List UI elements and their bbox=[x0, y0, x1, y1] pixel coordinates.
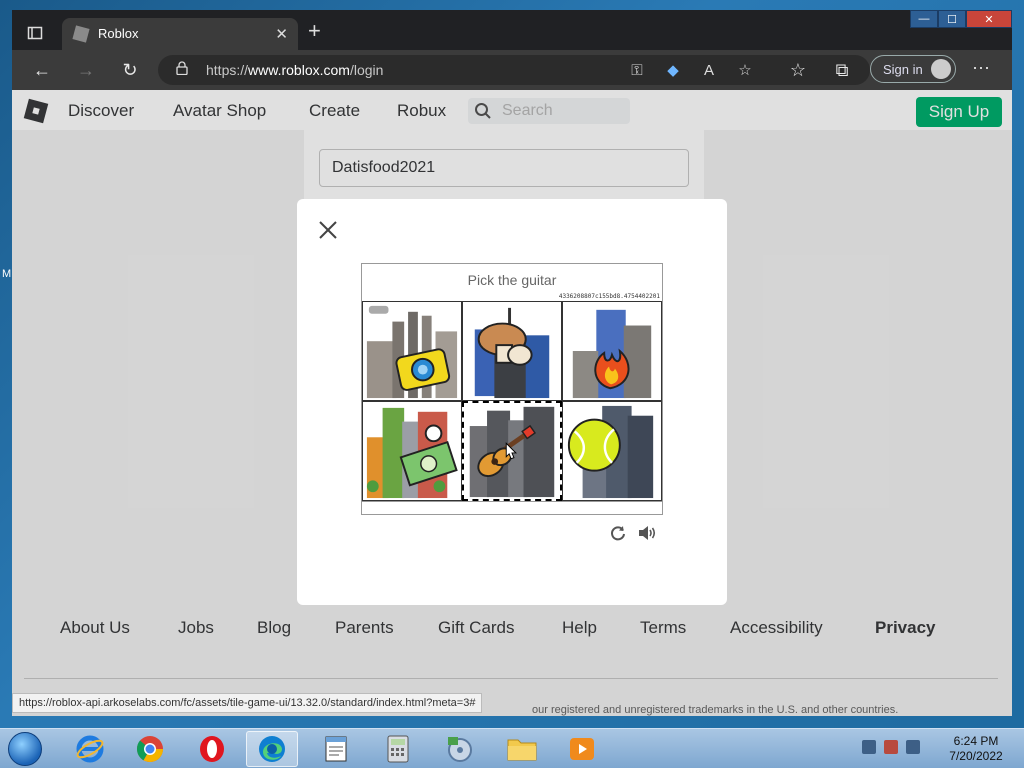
clock-date: 7/20/2022 bbox=[949, 749, 1003, 763]
address-bar[interactable]: https://www.roblox.com/login ⚿ ◆ A ☆ bbox=[158, 55, 870, 85]
settings-menu-icon[interactable]: ⋯ bbox=[972, 58, 990, 79]
captcha-tile-city-money[interactable] bbox=[362, 401, 462, 501]
forward-icon[interactable]: → bbox=[74, 58, 98, 82]
browser-toolbar: ← → ↻ https://www.roblox.com/login ⚿ ◆ A… bbox=[12, 50, 1012, 90]
factory-camera-icon bbox=[366, 305, 458, 399]
roblox-favicon-icon bbox=[72, 25, 90, 43]
captcha-tile-building-tennis-ball[interactable] bbox=[562, 401, 662, 501]
city-money-icon bbox=[366, 407, 458, 499]
modal-backdrop: Pick the guitar 4336208807c155bd8.475440… bbox=[12, 90, 1012, 716]
captcha-prompt: Pick the guitar bbox=[467, 272, 557, 288]
window-close-button[interactable]: ✕ bbox=[966, 10, 1012, 28]
tab-title: Roblox bbox=[98, 26, 139, 41]
favorites-icon[interactable]: ☆ bbox=[786, 58, 810, 82]
start-button-icon[interactable] bbox=[8, 732, 42, 766]
taskbar: 6:24 PM 7/20/2022 bbox=[0, 728, 1024, 768]
desktop-edge-text: M bbox=[2, 268, 12, 280]
key-icon[interactable]: ⚿ bbox=[628, 61, 646, 79]
captcha-tile-factory-camera[interactable] bbox=[362, 301, 462, 401]
file-explorer-icon[interactable] bbox=[496, 731, 548, 767]
building-mushroom-icon bbox=[474, 307, 550, 399]
browser-window: Roblox ✕ + — ☐ ✕ ← → ↻ https://www.roblo… bbox=[12, 10, 1012, 716]
captcha-hash: 4336208807c155bd8.4754402201 bbox=[558, 293, 660, 300]
calculator-icon[interactable] bbox=[372, 731, 424, 767]
system-clock[interactable]: 6:24 PM 7/20/2022 bbox=[940, 734, 1012, 764]
building-fire-icon bbox=[572, 309, 652, 399]
audio-challenge-icon[interactable] bbox=[637, 524, 657, 542]
captcha-tile-building-fire[interactable] bbox=[562, 301, 662, 401]
clock-time: 6:24 PM bbox=[953, 734, 999, 748]
collections-icon[interactable]: ⧉ bbox=[830, 58, 854, 82]
status-bar-url: https://roblox-api.arkoselabs.com/fc/ass… bbox=[12, 693, 483, 713]
action-center-icon[interactable] bbox=[862, 740, 876, 754]
address-url: https://www.roblox.com/login bbox=[206, 62, 384, 78]
sign-in-label: Sign in bbox=[883, 62, 923, 77]
tab-roblox[interactable]: Roblox ✕ bbox=[62, 18, 298, 50]
tab-close-icon[interactable]: ✕ bbox=[275, 25, 288, 43]
building-tennis-ball-icon bbox=[567, 405, 654, 499]
captcha-footer bbox=[362, 501, 662, 514]
captcha-widget: Pick the guitar 4336208807c155bd8.475440… bbox=[361, 263, 663, 515]
minimize-button[interactable]: — bbox=[910, 10, 938, 28]
captcha-grid bbox=[362, 301, 662, 501]
refresh-icon[interactable]: ↻ bbox=[118, 58, 142, 82]
volume-icon[interactable] bbox=[906, 740, 920, 754]
captcha-tile-city-guitar[interactable] bbox=[462, 401, 562, 501]
window-controls: — ☐ ✕ bbox=[910, 10, 1012, 30]
captcha-modal: Pick the guitar 4336208807c155bd8.475440… bbox=[297, 199, 727, 605]
edge-icon[interactable] bbox=[246, 731, 298, 767]
opera-icon[interactable] bbox=[186, 731, 238, 767]
internet-explorer-icon[interactable] bbox=[64, 731, 116, 767]
tab-strip: Roblox ✕ + — ☐ ✕ bbox=[12, 10, 1012, 50]
coupon-tag-icon[interactable]: ◆ bbox=[664, 61, 682, 79]
system-tray bbox=[862, 740, 936, 758]
media-center-icon[interactable] bbox=[434, 731, 486, 767]
network-error-icon[interactable] bbox=[884, 740, 898, 754]
city-guitar-icon bbox=[469, 406, 555, 498]
close-icon[interactable] bbox=[317, 219, 339, 241]
notepad-icon[interactable] bbox=[310, 731, 362, 767]
lock-icon[interactable] bbox=[176, 61, 188, 76]
new-tab-button[interactable]: + bbox=[308, 20, 321, 42]
captcha-tile-building-mushroom[interactable] bbox=[462, 301, 562, 401]
maximize-button[interactable]: ☐ bbox=[938, 10, 966, 28]
chrome-icon[interactable] bbox=[124, 731, 176, 767]
avatar-icon bbox=[931, 59, 951, 79]
back-icon[interactable]: ← bbox=[30, 58, 54, 82]
read-aloud-icon[interactable]: A bbox=[700, 61, 718, 79]
reload-captcha-icon[interactable] bbox=[609, 524, 627, 542]
tab-actions-icon[interactable] bbox=[26, 24, 44, 42]
profile-sign-in-button[interactable]: Sign in bbox=[870, 55, 956, 83]
media-player-icon[interactable] bbox=[556, 731, 608, 767]
add-favorite-icon[interactable]: ☆ bbox=[736, 61, 754, 79]
